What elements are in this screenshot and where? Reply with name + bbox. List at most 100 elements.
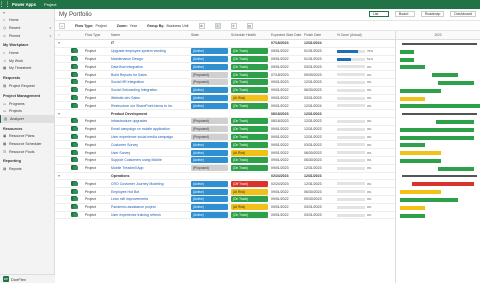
sidebar-item-home[interactable]: ⌂ Home xyxy=(0,17,54,25)
column-header-state[interactable]: State xyxy=(191,33,231,37)
collapse-icon[interactable]: ▾ xyxy=(55,41,63,45)
project-name-link[interactable]: User experience training refresh xyxy=(111,213,191,217)
table-row[interactable]: Project Website dev Sales (Active) (At Risk… xyxy=(55,94,395,103)
collapse-icon[interactable]: ▾ xyxy=(55,174,63,178)
column-header-expected-start[interactable]: Expected Start Date xyxy=(271,33,304,37)
project-name-link[interactable]: Mobile Treadmill App xyxy=(111,166,191,170)
table-row[interactable]: Project Infrastructure upgrades (Proposed)… xyxy=(55,118,395,126)
sidebar-item-analyzer[interactable]: ▥ Analyzer xyxy=(0,114,54,123)
column-header-flow-type[interactable]: Flow Type xyxy=(85,33,111,37)
project-name-link[interactable]: User Survey xyxy=(111,151,191,155)
project-name-link[interactable]: Email campaign on mobile application xyxy=(111,127,191,131)
project-name-link[interactable]: Pandemic assistance project xyxy=(111,205,191,209)
sidebar-item-recent[interactable]: ◷ Recent ▾ xyxy=(0,24,54,32)
sidebar-item-resource-scheduler[interactable]: ▦ Resource Scheduler xyxy=(0,140,54,148)
view-list-button[interactable]: List xyxy=(368,11,389,17)
settings-icon[interactable]: ⚙ xyxy=(198,22,205,29)
table-row[interactable]: Project Restructure our SharePoint farms … xyxy=(55,102,395,111)
gantt-bar[interactable] xyxy=(400,159,441,163)
project-name-link[interactable]: User experience social media campaign xyxy=(111,135,191,139)
sidebar-item-programs[interactable]: ▭ Programs xyxy=(0,100,54,108)
project-name-link[interactable]: Data flow integration xyxy=(111,65,191,69)
project-name-link[interactable]: Website dev Sales xyxy=(111,96,191,100)
table-row[interactable]: Project Mobile Treadmill App (Proposed) (On… xyxy=(55,165,395,173)
gantt-bar[interactable] xyxy=(400,135,474,140)
project-name-link[interactable]: Maintenance Design xyxy=(111,57,191,61)
project-name-link[interactable]: Upgrade employee system vending xyxy=(111,49,191,53)
project-name-link[interactable]: Lean mill improvements xyxy=(111,197,191,201)
table-row[interactable]: Project Employee Hot Bot (Active) (At Risk)… xyxy=(55,188,395,196)
flow-type-filter[interactable]: Flow Type: Project xyxy=(75,24,107,28)
sidebar-item-resource-pools[interactable]: ☷ Resource Pools xyxy=(0,148,54,156)
gantt-bar[interactable] xyxy=(432,73,458,78)
group-row[interactable]: ▾ Product Development 08/18/2023 12/31/2023 xyxy=(55,110,395,118)
column-header-finish-date[interactable]: Finish Date xyxy=(304,33,337,37)
columns-icon[interactable]: ▥ xyxy=(246,22,253,29)
gantt-summary-bar[interactable] xyxy=(402,112,477,115)
table-row[interactable]: Project Social Onboarding Integration (Act… xyxy=(55,87,395,95)
table-row[interactable]: Project Support Customers using Mobile (Ac… xyxy=(55,157,395,165)
gantt-bar[interactable] xyxy=(400,57,414,62)
sidebar-item-home-workplace[interactable]: ⌂ Home xyxy=(0,49,54,57)
view-dashboard-button[interactable]: Dashboard xyxy=(450,11,476,17)
column-header-pct-done[interactable]: % Done (Actual) xyxy=(337,33,374,37)
gantt-bar[interactable] xyxy=(436,120,474,124)
group-row[interactable]: ▾ IT 07/18/2023 12/31/2024 xyxy=(55,40,395,48)
gantt-bar[interactable] xyxy=(400,49,414,54)
table-row[interactable]: Project Social HR Integration (Proposed) (O… xyxy=(55,79,395,87)
gantt-bar[interactable] xyxy=(438,166,474,171)
table-row[interactable]: Project CRO Customer Journey Modeling (Act… xyxy=(55,180,395,189)
gantt-bar[interactable] xyxy=(400,127,474,132)
add-icon[interactable]: + xyxy=(59,22,65,29)
table-row[interactable]: Project Data flow integration (Active) (On … xyxy=(55,63,395,72)
table-row[interactable]: Project User experience training refresh(… xyxy=(55,211,395,220)
gantt-bar[interactable] xyxy=(400,96,425,101)
table-row[interactable]: Project Lean mill improvements (Active) (On… xyxy=(55,196,395,204)
view-roadmap-button[interactable]: Roadmap xyxy=(420,11,445,17)
gantt-summary-bar[interactable] xyxy=(402,175,477,178)
group-by-filter[interactable]: Group By: Business Unit xyxy=(147,24,189,28)
project-name-link[interactable]: Build Reports for Sales xyxy=(111,73,191,77)
gantt-bar[interactable] xyxy=(400,213,425,218)
gantt-bar[interactable] xyxy=(400,65,425,70)
gantt-bar[interactable] xyxy=(400,104,480,109)
zoom-filter[interactable]: Zoom: Year xyxy=(117,24,137,28)
select-all-checkbox[interactable]: ○ xyxy=(55,33,63,37)
sidebar-item-project-request[interactable]: ▤ Project Request xyxy=(0,82,54,90)
gantt-bar[interactable] xyxy=(400,88,441,93)
table-row[interactable]: Project Customer Survey (Active) (On Track)… xyxy=(55,141,395,150)
gantt-bar[interactable] xyxy=(400,190,441,195)
view-board-button[interactable]: Board xyxy=(394,11,415,17)
sidebar-item-pinned[interactable]: ✩ Pinned ▾ xyxy=(0,32,54,40)
table-row[interactable]: Project Email campaign on mobile applicat… xyxy=(55,126,395,134)
sidebar-item-projects[interactable]: ▭ Projects xyxy=(0,107,54,115)
expand-icon[interactable]: ↕ xyxy=(214,22,221,29)
gantt-bar[interactable] xyxy=(400,205,425,210)
gantt-bar[interactable] xyxy=(412,182,474,187)
table-row[interactable]: Project Pandemic assistance project (Activ… xyxy=(55,204,395,212)
area-switcher[interactable]: DP DoeFlex xyxy=(0,274,55,283)
gantt-bar[interactable] xyxy=(438,81,474,85)
project-name-link[interactable]: Employee Hot Bot xyxy=(111,190,191,194)
table-row[interactable]: Project User Survey (Active) (At Risk) 09/01… xyxy=(55,149,395,157)
project-name-link[interactable]: Infrastructure upgrades xyxy=(111,119,191,123)
sidebar-item-my-work[interactable]: ☺ My Work xyxy=(0,57,54,65)
sidebar-item-reports[interactable]: ▤ Reports xyxy=(0,165,54,173)
project-name-link[interactable]: Restructure our SharePoint farms to Im. xyxy=(111,104,191,108)
app-launcher-icon[interactable]: ⋮⋮ xyxy=(0,0,11,9)
project-name-link[interactable]: CRO Customer Journey Modeling xyxy=(111,182,191,186)
table-row[interactable]: Project Upgrade employee system vending (A… xyxy=(55,48,395,56)
gantt-summary-bar[interactable] xyxy=(402,42,477,45)
filter-icon[interactable]: ⚲ xyxy=(230,22,237,29)
column-header-schedule-health[interactable]: Schedule Health xyxy=(231,33,271,37)
column-header-name[interactable]: Name xyxy=(111,33,191,37)
gantt-bar[interactable] xyxy=(400,198,458,202)
table-row[interactable]: Project User experience social media camp… xyxy=(55,133,395,142)
project-name-link[interactable]: Social Onboarding Integration xyxy=(111,88,191,92)
collapse-icon[interactable]: ▾ xyxy=(55,112,63,116)
project-name-link[interactable]: Support Customers using Mobile xyxy=(111,158,191,162)
project-name-link[interactable]: Social HR Integration xyxy=(111,80,191,84)
sidebar-item-my-timesheet[interactable]: ▦ My Timesheet xyxy=(0,65,54,73)
table-row[interactable]: Project Build Reports for Sales (Proposed)… xyxy=(55,71,395,79)
gantt-bar[interactable] xyxy=(400,151,441,156)
